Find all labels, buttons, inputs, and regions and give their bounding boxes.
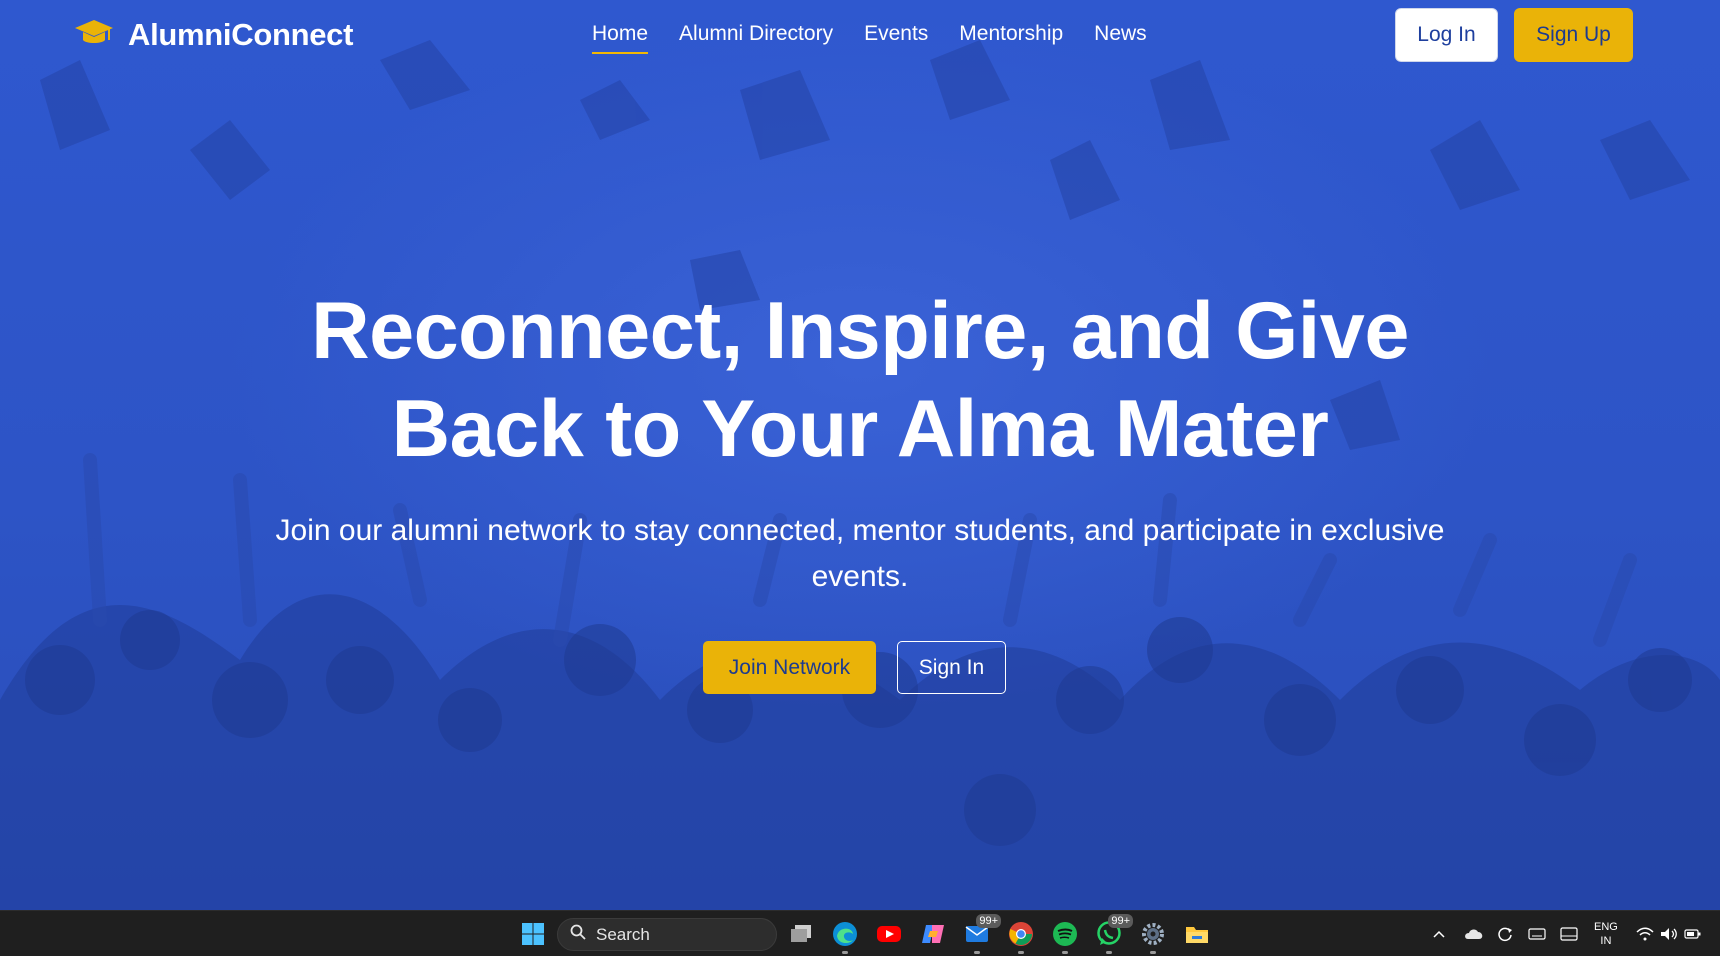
mail-icon[interactable]: 99+: [963, 914, 1001, 954]
nav-link-news[interactable]: News: [1094, 22, 1147, 54]
language-code: ENG: [1594, 921, 1618, 933]
taskbar-search[interactable]: Search: [557, 918, 777, 951]
nav-link-alumni-directory[interactable]: Alumni Directory: [679, 22, 833, 54]
sign-in-button[interactable]: Sign In: [897, 641, 1006, 694]
volume-icon[interactable]: [1660, 911, 1678, 956]
nav-link-events[interactable]: Events: [864, 22, 928, 54]
nav-link-mentorship[interactable]: Mentorship: [959, 22, 1063, 54]
mail-badge: 99+: [976, 914, 1001, 928]
hero-headline-line2: Back to Your Alma Mater: [391, 384, 1329, 474]
nav-link-home[interactable]: Home: [592, 22, 649, 54]
search-icon: [570, 924, 586, 945]
signup-button[interactable]: Sign Up: [1514, 8, 1633, 62]
hero-headline-line1: Reconnect, Inspire, and Give: [311, 286, 1409, 376]
region-code: IN: [1600, 935, 1612, 947]
windows-taskbar: Search 99+ 99+ ENG IN: [0, 910, 1720, 956]
touchpad-icon[interactable]: [1560, 911, 1578, 956]
wifi-icon[interactable]: [1636, 911, 1654, 956]
sync-icon[interactable]: [1496, 911, 1514, 956]
join-network-button[interactable]: Join Network: [703, 641, 876, 694]
active-indicator: [1106, 951, 1112, 954]
file-explorer-icon[interactable]: [1183, 920, 1211, 948]
hero-section: AlumniConnect Home Alumni Directory Even…: [0, 0, 1720, 910]
language-indicator[interactable]: ENG IN: [1594, 920, 1618, 948]
active-indicator: [974, 951, 980, 954]
login-button[interactable]: Log In: [1395, 8, 1498, 62]
battery-icon[interactable]: [1684, 911, 1702, 956]
onedrive-icon[interactable]: [1464, 911, 1484, 956]
active-indicator: [1062, 951, 1068, 954]
top-navigation: AlumniConnect Home Alumni Directory Even…: [0, 0, 1720, 70]
settings-icon[interactable]: [1139, 920, 1167, 954]
youtube-icon[interactable]: [875, 920, 903, 948]
search-placeholder: Search: [596, 924, 650, 944]
hero-subtext: Join our alumni network to stay connecte…: [275, 514, 1445, 593]
active-indicator: [1018, 951, 1024, 954]
whatsapp-badge: 99+: [1108, 914, 1133, 928]
brand-logo[interactable]: AlumniConnect: [74, 17, 353, 53]
graduation-cap-icon: [74, 18, 114, 53]
brand-name: AlumniConnect: [128, 17, 354, 52]
hero-headline: Reconnect, Inspire, and Give Back to You…: [0, 282, 1720, 478]
whatsapp-icon[interactable]: 99+: [1095, 914, 1133, 954]
main-menu: Home Alumni Directory Events Mentorship …: [592, 22, 1147, 54]
active-indicator: [842, 951, 848, 954]
copilot-icon[interactable]: [919, 920, 947, 948]
windows-start-icon[interactable]: [519, 920, 547, 948]
spotify-icon[interactable]: [1051, 920, 1079, 954]
active-indicator: [1150, 951, 1156, 954]
edge-icon[interactable]: [831, 920, 859, 954]
show-hidden-icons-icon[interactable]: [1432, 911, 1446, 956]
task-view-icon[interactable]: [787, 920, 815, 948]
chrome-icon[interactable]: [1007, 920, 1035, 954]
keyboard-icon[interactable]: [1528, 911, 1546, 956]
